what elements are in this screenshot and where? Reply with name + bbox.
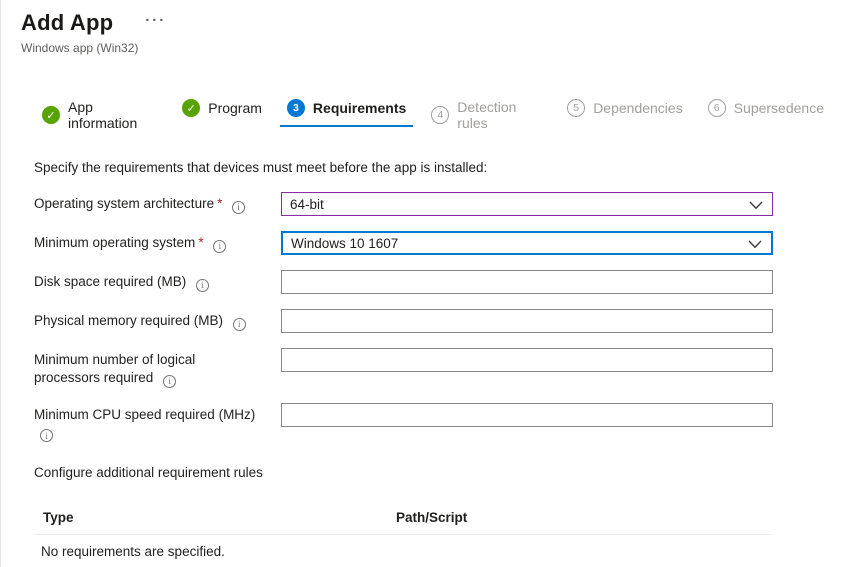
add-app-blade: Add App ··· Windows app (Win32) ✓ App in… <box>0 0 842 567</box>
step-label: Program <box>208 100 262 116</box>
dropdown-selected-value: Windows 10 1607 <box>291 236 398 251</box>
wizard-steps: ✓ App information ✓ Program 3 Requiremen… <box>1 97 842 141</box>
step-tab-dependencies[interactable]: 5 Dependencies <box>560 97 690 127</box>
step-number-badge: 5 <box>567 99 585 117</box>
field-row-cpu-speed: Minimum CPU speed required (MHz) i <box>34 403 842 443</box>
info-icon[interactable]: i <box>163 375 176 388</box>
step-tab-program[interactable]: ✓ Program <box>175 97 269 127</box>
field-label: Operating system architecture* i <box>34 192 281 214</box>
disk-space-input[interactable] <box>281 270 773 294</box>
info-icon[interactable]: i <box>232 201 245 214</box>
requirements-form: Specify the requirements that devices mu… <box>1 160 842 567</box>
field-label: Minimum number of logical processors req… <box>34 348 281 388</box>
column-header-type: Type <box>43 510 396 525</box>
step-label: Detection rules <box>457 99 542 131</box>
dropdown-selected-value: 64-bit <box>290 197 324 212</box>
field-row-os-architecture: Operating system architecture* i 64-bit <box>34 192 842 216</box>
additional-rules-heading: Configure additional requirement rules <box>34 465 842 480</box>
chevron-down-icon <box>749 198 763 213</box>
info-icon[interactable]: i <box>233 318 246 331</box>
step-complete-check-icon: ✓ <box>42 106 60 124</box>
field-label: Disk space required (MB) i <box>34 270 281 292</box>
info-icon[interactable]: i <box>196 279 209 292</box>
required-marker: * <box>198 235 203 250</box>
chevron-down-icon <box>748 237 762 252</box>
step-label: Supersedence <box>734 100 824 116</box>
physical-memory-input[interactable] <box>281 309 773 333</box>
cpu-speed-input[interactable] <box>281 403 773 427</box>
blade-header: Add App ··· Windows app (Win32) <box>1 0 842 55</box>
table-empty-message: No requirements are specified. <box>34 535 771 567</box>
page-title: Add App <box>21 10 113 36</box>
step-number-badge: 6 <box>708 99 726 117</box>
step-number-badge: 3 <box>287 99 305 117</box>
step-tab-requirements[interactable]: 3 Requirements <box>280 97 413 127</box>
minimum-os-dropdown[interactable]: Windows 10 1607 <box>281 231 773 255</box>
step-label: Dependencies <box>593 100 683 116</box>
os-architecture-dropdown[interactable]: 64-bit <box>281 192 773 216</box>
step-tab-detection-rules[interactable]: 4 Detection rules <box>424 97 549 141</box>
app-type-subtitle: Windows app (Win32) <box>21 41 842 55</box>
required-marker: * <box>217 196 222 211</box>
info-icon[interactable]: i <box>213 240 226 253</box>
field-label: Minimum operating system* i <box>34 231 281 253</box>
field-row-minimum-os: Minimum operating system* i Windows 10 1… <box>34 231 842 255</box>
field-label: Minimum CPU speed required (MHz) i <box>34 403 281 443</box>
table-header-row: Type Path/Script <box>34 504 771 535</box>
logical-processors-input[interactable] <box>281 348 773 372</box>
field-row-physical-memory: Physical memory required (MB) i <box>34 309 842 333</box>
field-row-logical-processors: Minimum number of logical processors req… <box>34 348 842 388</box>
more-options-icon[interactable]: ··· <box>141 11 170 30</box>
field-row-disk-space: Disk space required (MB) i <box>34 270 842 294</box>
step-tab-supersedence[interactable]: 6 Supersedence <box>701 97 831 127</box>
info-icon[interactable]: i <box>40 429 53 442</box>
step-complete-check-icon: ✓ <box>182 99 200 117</box>
step-label: App information <box>68 99 157 131</box>
step-description: Specify the requirements that devices mu… <box>34 160 842 175</box>
step-number-badge: 4 <box>431 106 449 124</box>
column-header-path-script: Path/Script <box>396 510 771 525</box>
step-tab-app-information[interactable]: ✓ App information <box>35 97 164 141</box>
requirement-rules-table: Type Path/Script No requirements are spe… <box>34 504 771 567</box>
field-label: Physical memory required (MB) i <box>34 309 281 331</box>
step-label: Requirements <box>313 100 406 116</box>
